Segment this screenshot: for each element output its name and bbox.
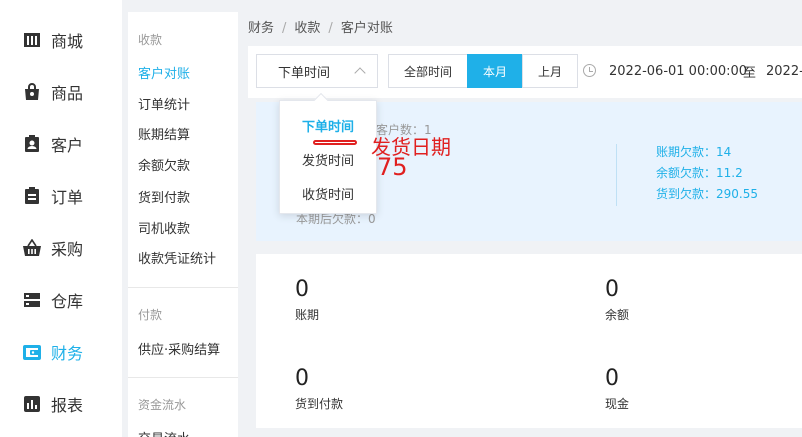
breadcrumb-item[interactable]: 收款	[294, 21, 320, 36]
sub-item-balance-arrears[interactable]: 余额欠款	[138, 155, 190, 174]
filter-bar: 下单时间 全部时间 本月 上月 2022-06-01 00:00:00 至 20…	[248, 46, 802, 98]
nav-label: 财务	[51, 344, 84, 363]
nav-label: 客户	[51, 136, 84, 155]
nav-item-customers[interactable]: 客户	[0, 118, 122, 170]
sub-item-voucher-stats[interactable]: 收款凭证统计	[138, 248, 216, 267]
clipboard-icon	[22, 186, 42, 206]
sub-item-supplier-settle[interactable]: 供应·采购结算	[138, 339, 220, 358]
breadcrumb-item[interactable]: 财务	[248, 21, 274, 36]
dropdown-option-ship-time[interactable]: 发货时间	[280, 142, 376, 176]
nav-label: 报表	[51, 396, 84, 415]
nav-item-purchase[interactable]: 采购	[0, 222, 122, 274]
sub-section-heading: 资金流水	[138, 398, 187, 412]
nav-label: 商城	[51, 32, 84, 51]
nav-item-warehouse[interactable]: 仓库	[0, 274, 122, 326]
nav-label: 商品	[51, 84, 84, 103]
sub-item-period-settle[interactable]: 账期结算	[138, 124, 190, 143]
sub-nav: 收款 客户对账 订单统计 账期结算 余额欠款 货到付款 司机收款 收款凭证统计 …	[128, 12, 238, 437]
stat-label: 货到付款	[295, 397, 344, 411]
stat-value: 0	[295, 366, 309, 391]
nav-item-orders[interactable]: 订单	[0, 170, 122, 222]
app-root: 商城 商品 客户 订单 采购 仓库 财务 报表 收款 客户对账 订单统计 账期结…	[0, 0, 802, 437]
time-type-select[interactable]: 下单时间	[256, 54, 378, 88]
sub-section-heading: 收款	[138, 33, 163, 47]
nav-item-finance[interactable]: 财务	[0, 326, 122, 378]
time-type-dropdown: 下单时间 发货时间 收货时间	[279, 92, 377, 214]
server-icon	[22, 290, 42, 310]
main-nav: 商城 商品 客户 订单 采购 仓库 财务 报表	[0, 0, 122, 437]
divider	[128, 377, 238, 378]
sub-item-customer-reconcile[interactable]: 客户对账	[138, 63, 190, 82]
sub-item-order-stats[interactable]: 订单统计	[138, 94, 190, 113]
sub-section-heading: 付款	[138, 308, 163, 322]
breadcrumb-separator: /	[282, 21, 287, 36]
date-end-input[interactable]: 2022-06	[766, 64, 802, 79]
range-all-button[interactable]: 全部时间	[388, 54, 468, 88]
breadcrumb: 财务 / 收款 / 客户对账	[248, 17, 393, 36]
customer-badge-icon	[22, 134, 42, 154]
shopping-bag-icon	[22, 82, 42, 102]
sub-item-driver-collect[interactable]: 司机收款	[138, 218, 190, 237]
nav-item-reports[interactable]: 报表	[0, 378, 122, 430]
stat-label: 现金	[605, 397, 630, 411]
breadcrumb-item: 客户对账	[340, 21, 393, 36]
stat-value: 0	[605, 366, 619, 391]
range-month-button[interactable]: 本月	[467, 54, 523, 88]
divider	[128, 287, 238, 288]
cod-arrears: 货到欠款：290.55	[656, 187, 758, 201]
annotation-number: 75	[377, 153, 408, 181]
bar-chart-icon	[22, 394, 42, 414]
basket-icon	[22, 238, 42, 258]
sub-item-cod[interactable]: 货到付款	[138, 187, 190, 206]
sub-item-transactions[interactable]: 交易流水	[138, 428, 190, 437]
stat-label: 余额	[605, 308, 630, 322]
wallet-icon	[22, 342, 42, 362]
stat-label: 账期	[295, 308, 320, 322]
divider	[616, 144, 617, 206]
breadcrumb-separator: /	[328, 21, 333, 36]
date-start-input[interactable]: 2022-06-01 00:00:00	[609, 64, 747, 79]
balance-arrears: 余额欠款：11.2	[656, 166, 743, 180]
nav-item-store[interactable]: 商城	[0, 14, 122, 66]
dropdown-option-order-time[interactable]: 下单时间	[280, 108, 376, 142]
select-value: 下单时间	[278, 65, 331, 81]
stat-value: 0	[295, 277, 309, 302]
stats-card: 0 账期 0 余额 0 货到付款 0 现金	[256, 254, 802, 428]
nav-label: 订单	[51, 188, 84, 207]
nav-label: 采购	[51, 240, 84, 259]
period-arrears: 账期欠款：14	[656, 145, 732, 159]
clock-icon	[583, 64, 596, 77]
red-underline-mark	[313, 140, 357, 145]
stat-value: 0	[605, 277, 619, 302]
chevron-up-icon	[354, 67, 366, 79]
nav-item-products[interactable]: 商品	[0, 66, 122, 118]
store-icon	[22, 30, 42, 50]
nav-label: 仓库	[51, 292, 84, 311]
dropdown-option-receive-time[interactable]: 收货时间	[280, 176, 376, 210]
range-last-month-button[interactable]: 上月	[522, 54, 578, 88]
date-range-separator: 至	[743, 66, 757, 81]
